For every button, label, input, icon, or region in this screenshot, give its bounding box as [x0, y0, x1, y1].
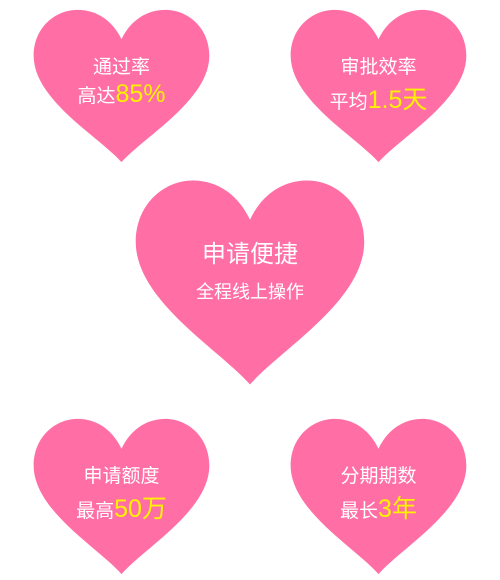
heart-approval-speed: 审批效率 平均1.5天 — [287, 8, 470, 164]
highlight-value: 50万 — [114, 495, 167, 523]
heart-subtitle: 平均1.5天 — [329, 86, 428, 114]
heart-installment-term: 分期期数 最长3年 — [287, 417, 470, 576]
heart-title: 申请便捷 — [202, 240, 298, 268]
highlight-value: 1.5天 — [367, 86, 428, 114]
heart-title: 审批效率 — [340, 56, 417, 78]
heart-subtitle: 最高50万 — [76, 495, 167, 523]
heart-subtitle: 最长3年 — [340, 495, 417, 523]
heart-convenient-application: 申请便捷 全程线上操作 — [131, 178, 369, 387]
heart-title: 分期期数 — [340, 465, 417, 487]
heart-subtitle: 高达85% — [77, 80, 166, 108]
highlight-value: 85% — [115, 80, 166, 108]
heart-title: 申请额度 — [83, 465, 160, 487]
heart-approval-rate: 通过率 高达85% — [30, 8, 213, 164]
heart-title: 通过率 — [92, 56, 150, 78]
heart-credit-limit: 申请额度 最高50万 — [30, 417, 213, 576]
heart-subtitle: 全程线上操作 — [196, 282, 304, 303]
feature-hearts: 通过率 高达85% 审批效率 平均1.5天 申请便捷 全程线上操作 申请额度 最… — [0, 0, 500, 580]
highlight-value: 3年 — [378, 495, 417, 523]
